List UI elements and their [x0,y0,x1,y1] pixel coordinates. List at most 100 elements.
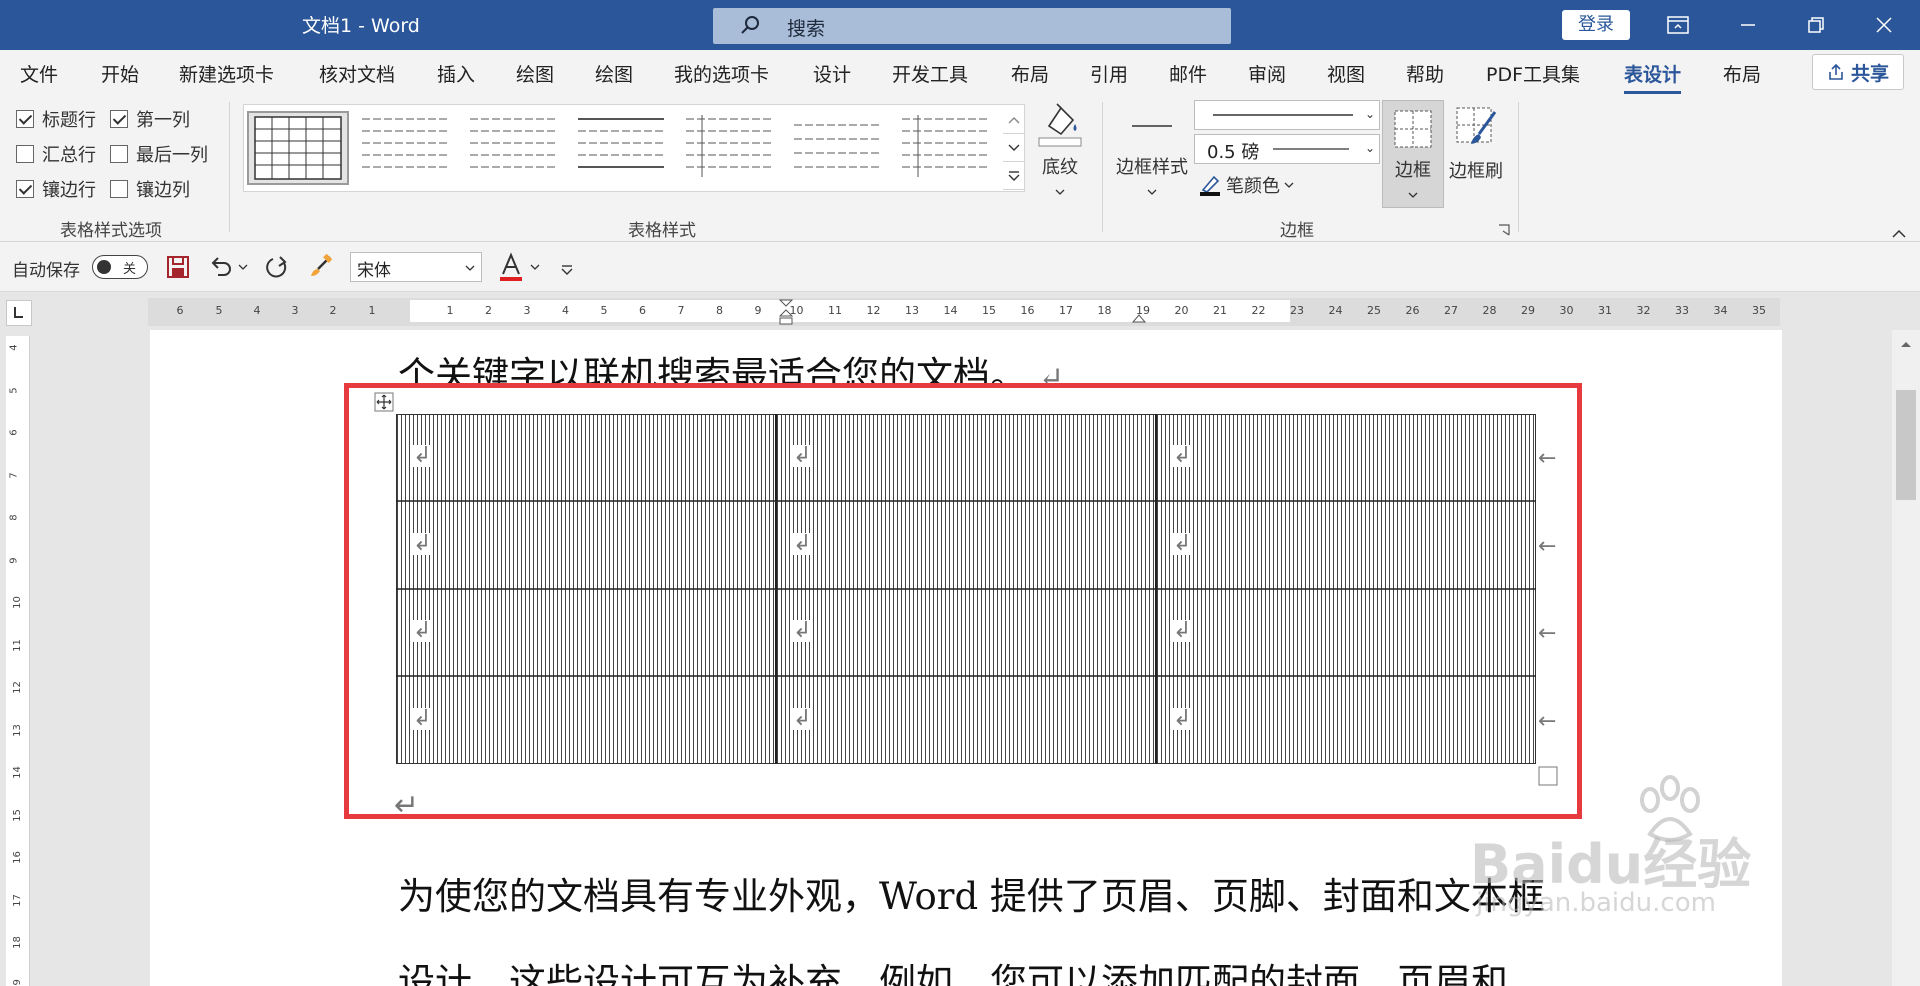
ruler-number: 34 [1713,304,1728,317]
tab-check-document[interactable]: 核对文档 [319,60,395,87]
gallery-more-button[interactable] [1003,162,1025,190]
tab-review[interactable]: 审阅 [1248,60,1286,87]
highlight-box [344,383,1582,819]
vertical-ruler[interactable]: 4 5 6 7 8 9 10 11 12 13 14 15 16 17 18 19 [6,336,30,986]
tab-draw[interactable]: 绘图 [516,60,554,87]
table-style-thumb[interactable] [788,111,890,185]
tab-help[interactable]: 帮助 [1406,60,1444,87]
title-bar: 文档1 - Word 搜索 登录 [0,0,1920,50]
save-icon [167,256,189,278]
search-box[interactable]: 搜索 [713,8,1231,44]
ribbon-panel: 标题行 第一列 汇总行 最后一列 镶边行 镶边列 表格样式选项 表格样式 底纹 … [0,96,1920,242]
checkbox-banded-columns[interactable]: 镶边列 [110,176,190,202]
table-styles-gallery [243,104,1025,192]
format-painter-button[interactable] [308,253,336,285]
ruler-number: 9 [754,304,762,317]
checkbox-last-column[interactable]: 最后一列 [110,141,208,167]
checkbox-box [110,180,128,198]
ribbon-display-options-button[interactable] [1648,0,1708,50]
login-button[interactable]: 登录 [1562,10,1630,40]
ruler-number: 30 [1559,304,1574,317]
tab-insert[interactable]: 插入 [437,60,475,87]
tab-new-tab[interactable]: 新建选项卡 [179,60,274,87]
borders-dialog-launcher[interactable] [1498,220,1510,241]
tab-developer[interactable]: 开发工具 [892,60,968,87]
scroll-up-icon[interactable] [1900,340,1912,348]
watermark-url: jingyan.baidu.com [1476,888,1716,918]
indent-marker-icon[interactable] [778,298,794,328]
line-style-dropdown[interactable]: ⌄ [1194,100,1380,130]
undo-button[interactable] [208,254,248,280]
minimize-button[interactable] [1718,0,1778,50]
checkbox-box [16,145,34,163]
table-style-thumb[interactable] [247,111,349,185]
borders-label: 边框 [1395,160,1431,181]
group-label-table-styles: 表格样式 [628,221,696,241]
vertical-scrollbar[interactable] [1892,330,1920,986]
font-name-dropdown[interactable]: 宋体 [350,252,482,282]
group-separator [1102,102,1103,232]
border-styles-button[interactable]: 边框样式 [1114,104,1190,200]
table-style-grid-icon [902,115,988,177]
checkbox-banded-rows[interactable]: 镶边行 [16,176,96,202]
collapse-ribbon-button[interactable] [1892,222,1906,243]
restore-button[interactable] [1786,0,1846,50]
ruler-number: 15 [982,304,996,317]
table-style-thumb[interactable] [680,111,782,185]
tab-home[interactable]: 开始 [101,60,139,87]
font-color-button[interactable] [498,252,540,282]
checkbox-box [16,110,34,128]
save-button[interactable] [166,254,190,285]
horizontal-ruler[interactable]: 6 5 4 3 2 1 1 2 3 4 5 6 7 8 9 10 11 12 13 14 15 16 17 18 1… [148,298,1780,326]
tab-stop-icon [14,307,23,318]
table-style-thumb[interactable] [572,111,674,185]
scrollbar-thumb[interactable] [1896,390,1916,500]
line-weight-dropdown[interactable]: 0.5 磅 ⌄ [1194,134,1380,164]
tab-pdf-tools[interactable]: PDF工具集 [1486,60,1580,87]
borders-button[interactable]: 边框 [1382,100,1444,208]
chevron-up-icon [1008,116,1020,123]
table-style-thumb[interactable] [356,111,458,185]
shading-button[interactable]: 底纹 [1036,100,1084,200]
table-style-thumb[interactable] [896,111,998,185]
border-painter-button[interactable]: 边框刷 [1446,104,1506,183]
checkbox-first-column[interactable]: 第一列 [110,106,190,132]
checkbox-total-row[interactable]: 汇总行 [16,141,96,167]
ruler-number: 18 [11,936,23,949]
tab-my-tab[interactable]: 我的选项卡 [674,60,769,87]
tab-selector[interactable] [6,300,32,326]
ribbon-tabs: 文件 开始 新建选项卡 核对文档 插入 绘图 绘图 我的选项卡 设计 开发工具 … [0,50,1920,96]
group-separator [1518,102,1519,232]
tab-mailings[interactable]: 邮件 [1169,60,1207,87]
tab-references[interactable]: 引用 [1090,60,1128,87]
autosave-toggle[interactable]: 关 [92,255,148,279]
pen-color-button[interactable]: 笔颜色 [1198,172,1294,198]
tab-design[interactable]: 设计 [813,60,851,87]
tab-layout[interactable]: 布局 [1011,60,1049,87]
tab-view[interactable]: 视图 [1327,60,1365,87]
gallery-down-button[interactable] [1003,134,1025,162]
line-weight-value: 0.5 磅 [1207,142,1260,163]
ruler-number: 5 [8,386,20,394]
tab-table-design[interactable]: 表设计 [1624,60,1682,94]
chevron-down-icon [465,265,475,271]
tab-draw-2[interactable]: 绘图 [595,60,633,87]
tab-table-layout[interactable]: 布局 [1723,60,1761,87]
ruler-number: 33 [1675,304,1689,317]
close-button[interactable] [1854,0,1914,50]
border-styles-label: 边框样式 [1116,157,1188,178]
border-line-icon [1132,125,1172,127]
table-style-grid-icon [794,124,880,168]
table-style-thumb[interactable] [464,111,566,185]
pen-icon [1200,175,1220,196]
ruler-number: 15 [11,808,23,822]
ruler-number: 5 [215,304,223,317]
redo-button[interactable] [264,254,290,285]
customize-toolbar-button[interactable] [560,260,574,281]
share-button[interactable]: 共享 [1812,54,1904,90]
tab-file[interactable]: 文件 [20,60,58,87]
gallery-up-button[interactable] [1003,106,1025,134]
right-indent-marker-icon[interactable] [1132,310,1146,324]
checkbox-header-row[interactable]: 标题行 [16,106,96,132]
search-placeholder: 搜索 [787,18,826,40]
